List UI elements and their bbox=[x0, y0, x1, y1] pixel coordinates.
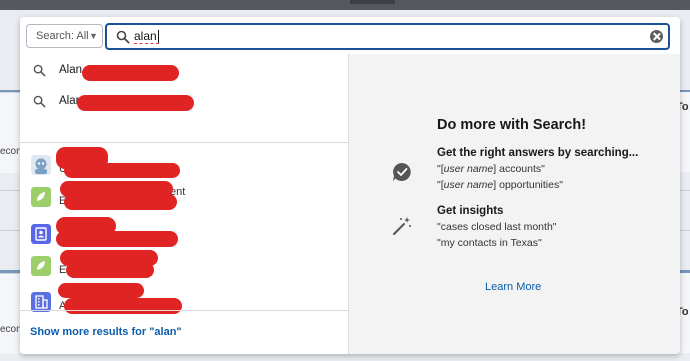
app-left-panel bbox=[0, 273, 20, 354]
lead-icon bbox=[31, 187, 51, 207]
results-footer-divider bbox=[20, 310, 348, 311]
search-results-list: Alan Alan U E ent E A Show more results … bbox=[20, 54, 348, 354]
user-icon bbox=[31, 155, 51, 175]
results-divider bbox=[20, 142, 348, 143]
search-tips-title: Do more with Search! bbox=[437, 117, 587, 133]
redaction-mark bbox=[66, 262, 154, 278]
suggestion-text: Alan bbox=[59, 64, 83, 76]
search-query-value: alan bbox=[134, 29, 157, 43]
search-icon bbox=[33, 64, 46, 77]
global-search-dropdown: Search: All ▼ alan Alan Alan U E ent E A… bbox=[20, 17, 680, 354]
search-tip-example: "[user name] accounts" bbox=[437, 163, 545, 175]
magic-wand-icon bbox=[393, 217, 411, 235]
clear-icon[interactable] bbox=[650, 30, 663, 43]
account-icon bbox=[31, 292, 51, 312]
record-result-item[interactable] bbox=[20, 217, 348, 250]
search-tips-panel: Do more with Search! Get the right answe… bbox=[348, 54, 680, 354]
show-more-results-link[interactable]: Show more results for "alan" bbox=[30, 326, 182, 338]
global-search-input[interactable]: alan bbox=[105, 23, 670, 50]
chevron-down-icon: ▼ bbox=[89, 31, 98, 41]
redaction-mark bbox=[64, 194, 177, 210]
record-result-item[interactable]: A bbox=[20, 283, 348, 318]
search-tip-heading: Get the right answers by searching... bbox=[437, 147, 639, 159]
search-icon bbox=[33, 95, 46, 108]
search-header: Search: All ▼ alan bbox=[20, 17, 680, 54]
redaction-mark bbox=[64, 163, 180, 178]
search-tip-example: "cases closed last month" bbox=[437, 221, 557, 233]
redaction-mark bbox=[56, 231, 178, 247]
suggestion-item[interactable]: Alan bbox=[20, 56, 348, 84]
record-result-item[interactable]: U bbox=[20, 147, 348, 181]
search-scope-select[interactable]: Search: All ▼ bbox=[26, 24, 103, 48]
search-tip-heading: Get insights bbox=[437, 205, 504, 217]
app-left-panel bbox=[0, 92, 20, 173]
lead-icon bbox=[31, 256, 51, 276]
search-query-text[interactable]: alan bbox=[134, 29, 159, 45]
redaction-mark bbox=[77, 95, 194, 111]
search-tip-example: "my contacts in Texas" bbox=[437, 237, 542, 249]
record-result-item[interactable]: E ent bbox=[20, 181, 348, 213]
app-tab-indicator bbox=[350, 0, 395, 4]
search-icon bbox=[116, 30, 130, 44]
search-scope-label: Search: All bbox=[36, 30, 89, 42]
redaction-mark bbox=[82, 65, 179, 81]
redaction-mark bbox=[58, 283, 144, 298]
record-result-item[interactable]: E n bbox=[20, 250, 348, 282]
search-tip-example: "[user name] opportunities" bbox=[437, 179, 563, 191]
app-header-bar bbox=[0, 0, 690, 10]
text-cursor bbox=[157, 30, 159, 44]
redaction-mark bbox=[64, 298, 182, 314]
contact-icon bbox=[31, 224, 51, 244]
learn-more-link[interactable]: Learn More bbox=[485, 281, 541, 293]
checkmark-bubble-icon bbox=[393, 163, 411, 181]
suggestion-item[interactable]: Alan bbox=[20, 87, 348, 115]
